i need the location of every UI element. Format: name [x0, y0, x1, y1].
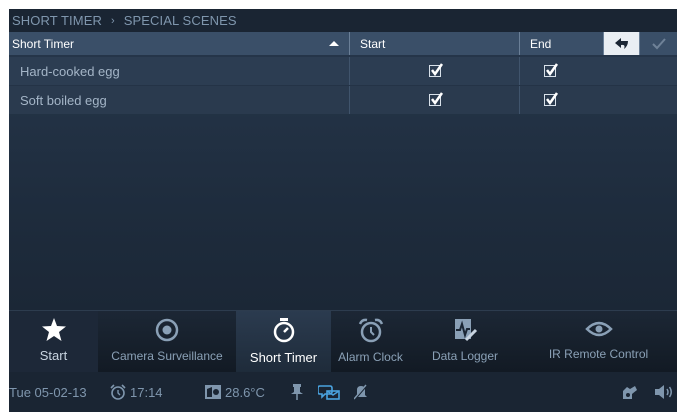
column-header-start[interactable]: Start: [350, 32, 520, 55]
pin-icon: [291, 372, 303, 412]
dock-item-label: Short Timer: [249, 350, 318, 365]
weather-icon: [205, 372, 221, 412]
breadcrumb-parent[interactable]: SHORT TIMER: [12, 13, 102, 28]
check-icon: [430, 63, 443, 77]
column-header-start-label: Start: [360, 36, 386, 51]
status-bar: Tue 05-02-13 17:14 28.6°C: [9, 372, 677, 412]
dock-item-camera-surveillance[interactable]: Camera Surveillance: [98, 311, 236, 373]
dock-item-data-logger[interactable]: Data Logger: [410, 311, 520, 373]
dock-item-label: Data Logger: [431, 349, 499, 363]
start-checkbox[interactable]: [428, 92, 443, 106]
end-cell: [520, 57, 676, 85]
back-button[interactable]: [604, 32, 640, 55]
start-cell: [350, 86, 520, 114]
start-cell: [350, 57, 520, 85]
settings-icon[interactable]: [620, 372, 638, 412]
column-header-end[interactable]: End: [520, 32, 604, 55]
breadcrumb-current: SPECIAL SCENES: [123, 13, 237, 28]
data-logger-icon: [455, 319, 478, 342]
column-header-name[interactable]: Short Timer: [9, 32, 350, 55]
speaker-icon[interactable]: [655, 372, 673, 412]
bottom-dock: Start Camera Surveillance Short Timer Al…: [9, 310, 677, 373]
check-icon: [430, 92, 443, 106]
eye-icon: [584, 321, 613, 337]
row-name: Soft boiled egg: [9, 86, 350, 114]
status-time: 17:14: [130, 384, 163, 400]
star-icon: [41, 318, 66, 341]
breadcrumb: SHORT TIMER › SPECIAL SCENES: [9, 9, 677, 32]
back-arrow-icon: [614, 37, 628, 49]
status-temperature: 28.6°C: [225, 384, 265, 400]
dock-item-label: IR Remote Control: [548, 347, 649, 361]
sort-ascending-icon[interactable]: [329, 41, 339, 46]
status-date: Tue 05-02-13: [9, 384, 87, 400]
check-icon: [546, 63, 559, 77]
table-header: Short Timer Start End: [9, 32, 677, 55]
check-icon: [546, 92, 559, 106]
table-body: Hard-cooked egg Soft boiled egg: [9, 55, 677, 310]
stopwatch-icon: [273, 318, 294, 343]
table-row[interactable]: Hard-cooked egg: [9, 57, 677, 85]
end-cell: [520, 86, 676, 114]
camera-icon: [155, 318, 179, 342]
dock-item-alarm-clock[interactable]: Alarm Clock: [331, 311, 410, 373]
dock-item-label: Alarm Clock: [338, 350, 403, 364]
alarm-clock-icon: [358, 318, 383, 343]
start-checkbox[interactable]: [428, 63, 443, 77]
dock-item-short-timer[interactable]: Short Timer: [236, 311, 331, 373]
dock-item-start[interactable]: Start: [9, 311, 98, 373]
dock-item-label: Camera Surveillance: [111, 349, 223, 363]
dock-item-label: Start: [39, 348, 68, 363]
confirm-button[interactable]: [640, 32, 677, 55]
column-header-name-label: Short Timer: [12, 36, 75, 51]
breadcrumb-separator: ›: [110, 14, 115, 27]
row-name: Hard-cooked egg: [9, 57, 350, 85]
app-screen: SHORT TIMER › SPECIAL SCENES Short Timer…: [9, 9, 677, 412]
alarm-status-icon: [110, 372, 126, 412]
end-checkbox[interactable]: [544, 92, 559, 106]
checkmark-icon: [651, 37, 666, 49]
dock-item-ir-remote-control[interactable]: IR Remote Control: [520, 311, 677, 373]
end-checkbox[interactable]: [544, 63, 559, 77]
column-header-end-label: End: [530, 36, 552, 51]
message-icon[interactable]: [318, 372, 340, 412]
frame: SHORT TIMER › SPECIAL SCENES Short Timer…: [0, 0, 677, 412]
mute-bell-icon: [354, 372, 368, 412]
table-row[interactable]: Soft boiled egg: [9, 86, 677, 114]
